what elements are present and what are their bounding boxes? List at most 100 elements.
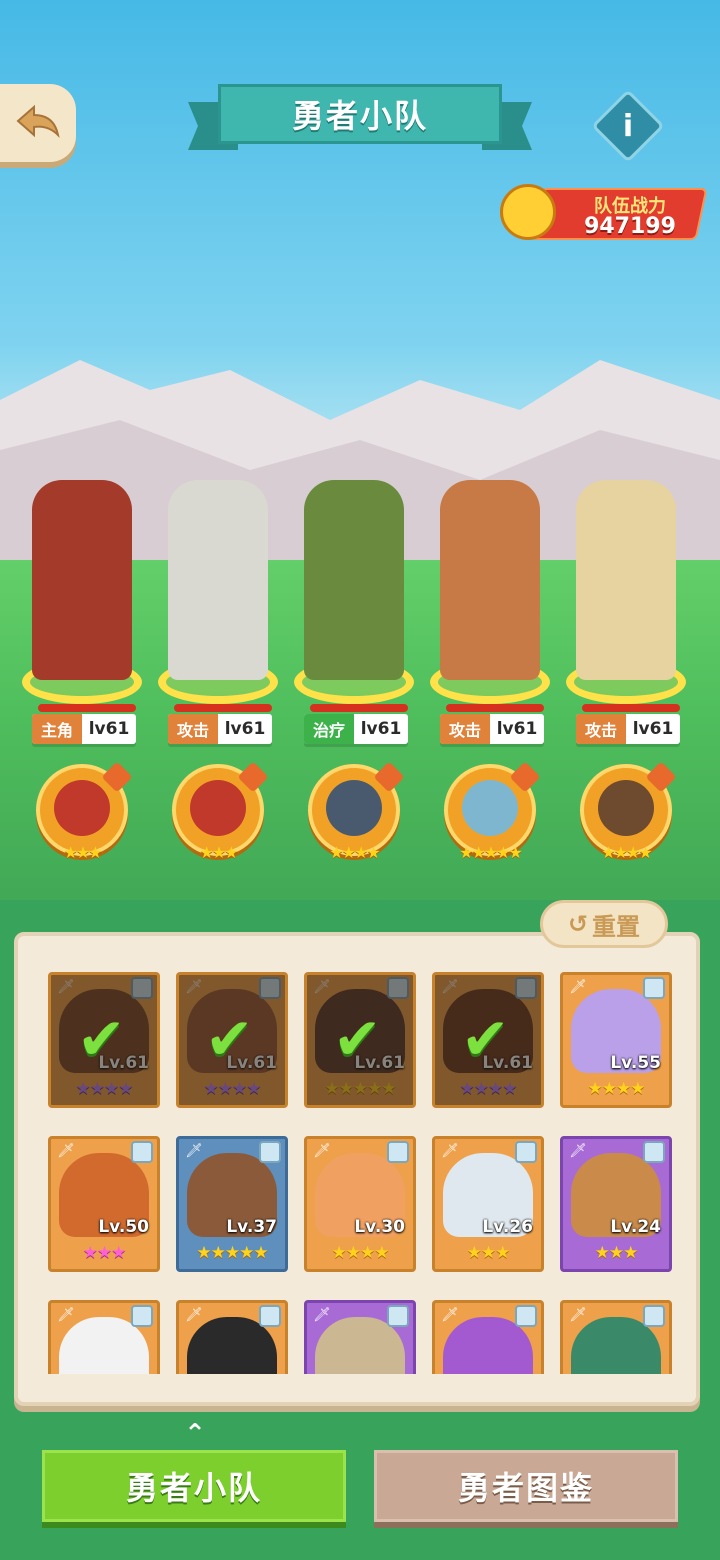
hero-health-bar [310, 704, 408, 712]
pet-stars: ★★★★ [329, 843, 380, 862]
hero-card[interactable]: 🗡 [304, 1300, 416, 1374]
hero-card[interactable]: 🗡 Lv.61 ★★★★ ✔ [48, 972, 160, 1108]
hero-card-level: Lv.50 [98, 1217, 149, 1237]
hero-slot[interactable]: 治疗 lv61 ★★★★ [286, 440, 422, 862]
hero-card-level: Lv.55 [610, 1053, 661, 1073]
team-power-value: 947199 [584, 214, 676, 239]
hero-card[interactable]: 🗡 [560, 1300, 672, 1374]
hero-card[interactable]: 🗡 Lv.24 ★★★ [560, 1136, 672, 1272]
hero-card[interactable]: 🗡 [48, 1300, 160, 1374]
pet-stars: ★★★★★ [459, 843, 523, 862]
sword-icon: 🗡 [185, 1307, 203, 1323]
pet-slot[interactable]: ★★★ [172, 761, 269, 862]
sword-icon: 🗡 [441, 1307, 459, 1323]
hero-slot[interactable]: 攻击 lv61 ★★★ [150, 440, 286, 862]
hero-card-stars: ★★★ [82, 1243, 127, 1263]
sword-icon: 🗡 [57, 1143, 75, 1159]
hammer-icon [131, 1141, 153, 1163]
pet-stars: ★★★ [63, 843, 102, 862]
tab-hero-codex[interactable]: 勇者图鉴 [374, 1450, 678, 1522]
hero-tag: 攻击 lv61 [576, 714, 680, 744]
hero-card[interactable]: 🗡 Lv.37 ★★★★★ [176, 1136, 288, 1272]
hero-roster-grid[interactable]: 🗡 Lv.61 ★★★★ ✔ 🗡 Lv.61 ★★★★ ✔ 🗡 Lv.61 ★★… [48, 972, 674, 1374]
pet-portrait [462, 780, 518, 836]
sword-icon: 🗡 [569, 1307, 587, 1323]
hammer-icon [387, 1141, 409, 1163]
hero-figure[interactable] [576, 480, 676, 680]
pet-badge-icon [101, 761, 133, 793]
hero-health-bar [38, 704, 136, 712]
pet-stars: ★★★ [199, 843, 238, 862]
hero-card-level: Lv.37 [226, 1217, 277, 1237]
hero-figure[interactable] [440, 480, 540, 680]
hammer-icon [259, 1305, 281, 1327]
hero-level-label: lv61 [224, 719, 266, 739]
pet-portrait [598, 780, 654, 836]
pet-slot[interactable]: ★★★ [36, 761, 133, 862]
hero-role-label: 治疗 [304, 714, 354, 744]
hero-slot[interactable]: 主角 lv61 ★★★ [14, 440, 150, 862]
hero-card[interactable]: 🗡 Lv.55 ★★★★ [560, 972, 672, 1108]
hero-slot[interactable]: 攻击 lv61 ★★★★★ [422, 440, 558, 862]
hero-card[interactable]: 🗡 Lv.26 ★★★ [432, 1136, 544, 1272]
pet-slot[interactable]: ★★★★ [580, 761, 677, 862]
sword-icon: 🗡 [185, 1143, 203, 1159]
hero-level-label: lv61 [496, 719, 538, 739]
pet-slot[interactable]: ★★★★★ [444, 761, 541, 862]
hero-figure[interactable] [32, 480, 132, 680]
back-button[interactable] [0, 84, 76, 162]
checkmark-icon: ✔ [333, 1005, 382, 1073]
hero-card-stars: ★★★★ [587, 1079, 646, 1099]
reset-icon: ↺ [567, 910, 589, 938]
hero-card[interactable]: 🗡 [176, 1300, 288, 1374]
hammer-icon [643, 1305, 665, 1327]
hero-card[interactable]: 🗡 Lv.61 ★★★★ ✔ [432, 972, 544, 1108]
hero-card-stars: ★★★★ [331, 1243, 390, 1263]
chevron-up-icon: ⌃ [184, 1419, 206, 1449]
tab-hero-team[interactable]: 勇者小队 [42, 1450, 346, 1522]
pet-badge-icon [509, 761, 541, 793]
info-icon: i [622, 108, 634, 144]
hero-card[interactable]: 🗡 Lv.30 ★★★★ [304, 1136, 416, 1272]
hammer-icon [515, 1141, 537, 1163]
team-power-badge: 队伍战力 947199 [500, 180, 712, 246]
fist-icon [500, 184, 556, 240]
page-title: 勇者小队 [218, 84, 502, 144]
hero-figure[interactable] [168, 480, 268, 680]
title-banner: 勇者小队 [188, 84, 532, 156]
hero-card[interactable]: 🗡 Lv.61 ★★★★ ✔ [176, 972, 288, 1108]
hero-card-stars: ★★★ [594, 1243, 639, 1263]
pet-portrait [190, 780, 246, 836]
hero-card[interactable]: 🗡 [432, 1300, 544, 1374]
sword-icon: 🗡 [313, 1143, 331, 1159]
hero-card-level: Lv.24 [610, 1217, 661, 1237]
checkmark-icon: ✔ [205, 1005, 254, 1073]
reset-label: 重置 [592, 912, 641, 941]
back-arrow-icon [16, 104, 60, 139]
hero-tag: 攻击 lv61 [440, 714, 544, 744]
reset-button[interactable]: ↺ 重置 [540, 900, 668, 948]
hero-slot[interactable]: 攻击 lv61 ★★★★ [558, 440, 694, 862]
hero-card-level: Lv.30 [354, 1217, 405, 1237]
hero-card-level: Lv.26 [482, 1217, 533, 1237]
hero-level-label: lv61 [360, 719, 402, 739]
hero-card[interactable]: 🗡 Lv.61 ★★★★★ ✔ [304, 972, 416, 1108]
hero-role-label: 主角 [32, 714, 82, 744]
hero-role-label: 攻击 [576, 714, 626, 744]
hammer-icon [387, 1305, 409, 1327]
pet-slot[interactable]: ★★★★ [308, 761, 405, 862]
hero-card-stars: ★★★★★ [196, 1243, 268, 1263]
hero-health-bar [582, 704, 680, 712]
sword-icon: 🗡 [569, 1143, 587, 1159]
hero-health-bar [446, 704, 544, 712]
checkmark-icon: ✔ [77, 1005, 126, 1073]
hero-card[interactable]: 🗡 Lv.50 ★★★ [48, 1136, 160, 1272]
hero-health-bar [174, 704, 272, 712]
pet-badge-icon [237, 761, 269, 793]
hammer-icon [259, 1141, 281, 1163]
info-button[interactable]: i [591, 89, 665, 163]
hero-figure[interactable] [304, 480, 404, 680]
hero-tag: 治疗 lv61 [304, 714, 408, 744]
hero-roster-panel: 🗡 Lv.61 ★★★★ ✔ 🗡 Lv.61 ★★★★ ✔ 🗡 Lv.61 ★★… [14, 932, 700, 1406]
pet-badge-icon [645, 761, 677, 793]
